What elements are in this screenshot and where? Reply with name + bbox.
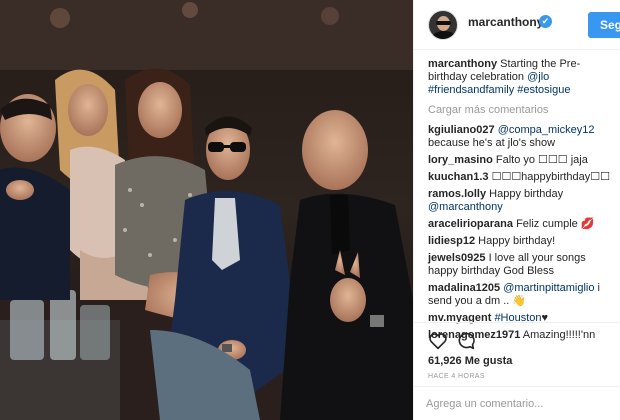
avatar[interactable] <box>428 10 458 40</box>
comment-mention[interactable]: @martinpittamiglio <box>503 282 594 294</box>
header-username[interactable]: marcanthony <box>468 15 543 29</box>
comment-username[interactable]: kgiuliano027 <box>428 124 495 136</box>
comment-username[interactable]: ramos.lolly <box>428 188 486 200</box>
list-item: ramos.lolly Happy birthday @marcanthony <box>428 188 618 214</box>
comment-username[interactable]: jewels0925 <box>428 252 486 264</box>
likes-number: 61,926 <box>428 355 462 367</box>
load-more-comments-link[interactable]: Cargar más comentarios <box>428 104 618 117</box>
verified-badge-icon: ✔ <box>539 15 552 28</box>
post-caption: marcanthony Starting the Pre-birthday ce… <box>428 58 618 97</box>
comment-text: Falto yo ☐☐☐ jaja <box>495 154 588 166</box>
post-photo[interactable] <box>0 0 413 420</box>
add-comment-box <box>414 386 620 420</box>
post-header: marcanthony ✔ Seguir <box>414 0 620 50</box>
list-item: madalina1205 @martinpittamiglio i send y… <box>428 282 618 308</box>
comment-icon[interactable] <box>456 332 476 350</box>
comment-username[interactable]: lory_masino <box>428 154 493 166</box>
caption-mention[interactable]: @jlo <box>527 71 549 83</box>
list-item: lory_masino Falto yo ☐☐☐ jaja <box>428 154 618 167</box>
comments-list: marcanthony Starting the Pre-birthday ce… <box>428 58 618 346</box>
comment-text: Happy birthday <box>489 188 564 200</box>
list-item: jewels0925 I love all your songs happy b… <box>428 252 618 278</box>
comment-username[interactable]: aracelirioparana <box>428 218 513 230</box>
comment-text: because he's at jlo's show <box>428 137 556 149</box>
post-side-panel: marcanthony ✔ Seguir marcanthony Startin… <box>413 0 620 420</box>
comment-text: Feliz cumple 💋 <box>516 218 595 230</box>
comment-mention[interactable]: @compa_mickey12 <box>498 124 595 136</box>
comment-text: Happy birthday! <box>478 235 556 247</box>
likes-count[interactable]: 61,926 Me gusta <box>428 355 512 367</box>
avatar-glasses <box>436 21 451 25</box>
heart-icon[interactable] <box>428 332 448 350</box>
caption-username[interactable]: marcanthony <box>428 58 497 70</box>
follow-button[interactable]: Seguir <box>588 12 620 38</box>
comment-text: ☐☐☐happybirthday☐☐ <box>491 171 611 183</box>
comment-input[interactable] <box>426 395 611 413</box>
comment-username[interactable]: madalina1205 <box>428 282 500 294</box>
comment-username[interactable]: lidiesp12 <box>428 235 475 247</box>
list-item: kuuchan1.3 ☐☐☐happybirthday☐☐ <box>428 171 618 184</box>
group-photo-illustration <box>0 0 413 420</box>
list-item: aracelirioparana Feliz cumple 💋 <box>428 218 618 231</box>
list-item: lidiesp12 Happy birthday! <box>428 235 618 248</box>
post-timestamp: HACE 4 HORAS <box>428 373 485 380</box>
caption-hashtags[interactable]: #friendsandfamily #estosigue <box>428 84 570 96</box>
comment-username[interactable]: kuuchan1.3 <box>428 171 489 183</box>
avatar-shoulders <box>432 31 456 39</box>
list-item: kgiuliano027 @compa_mickey12 because he'… <box>428 124 618 150</box>
comment-mention[interactable]: @marcanthony <box>428 201 503 213</box>
likes-label: Me gusta <box>464 355 513 367</box>
